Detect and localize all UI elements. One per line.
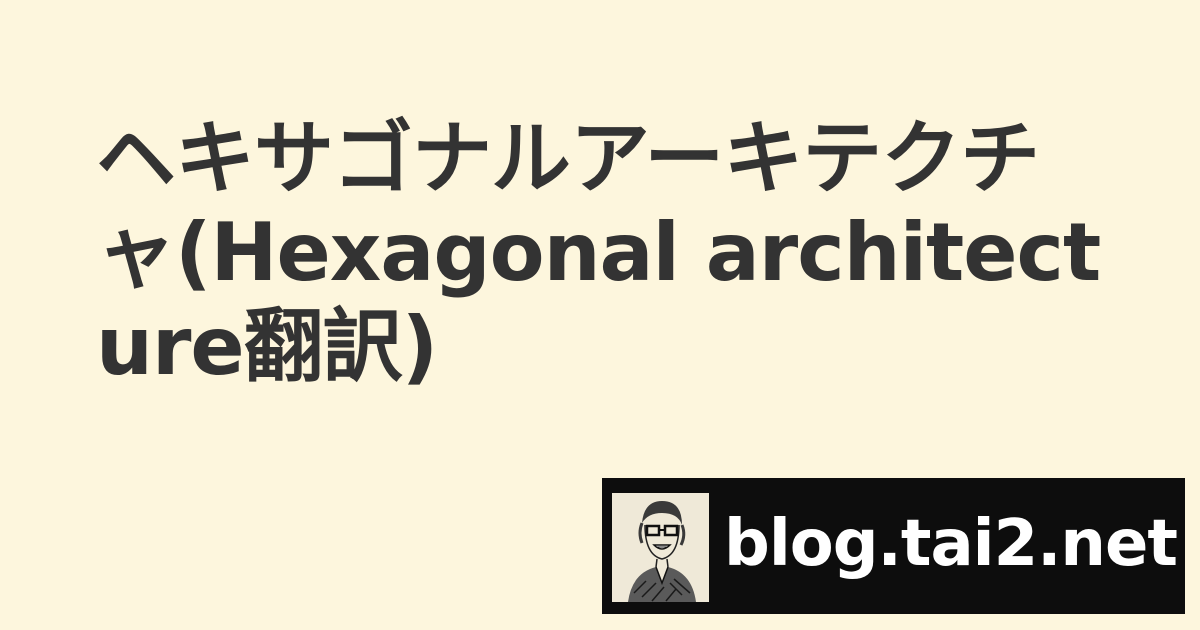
- page-title: ヘキサゴナルアーキテクチャ(Hexagonal architecture翻訳): [96, 112, 1101, 393]
- site-brand-badge: blog.tai2.net: [602, 478, 1185, 614]
- author-avatar-icon: [612, 493, 709, 602]
- site-name: blog.tai2.net: [724, 507, 1178, 581]
- og-card: { "title": "ヘキサゴナルアーキテクチャ(Hexagonal arch…: [0, 0, 1200, 630]
